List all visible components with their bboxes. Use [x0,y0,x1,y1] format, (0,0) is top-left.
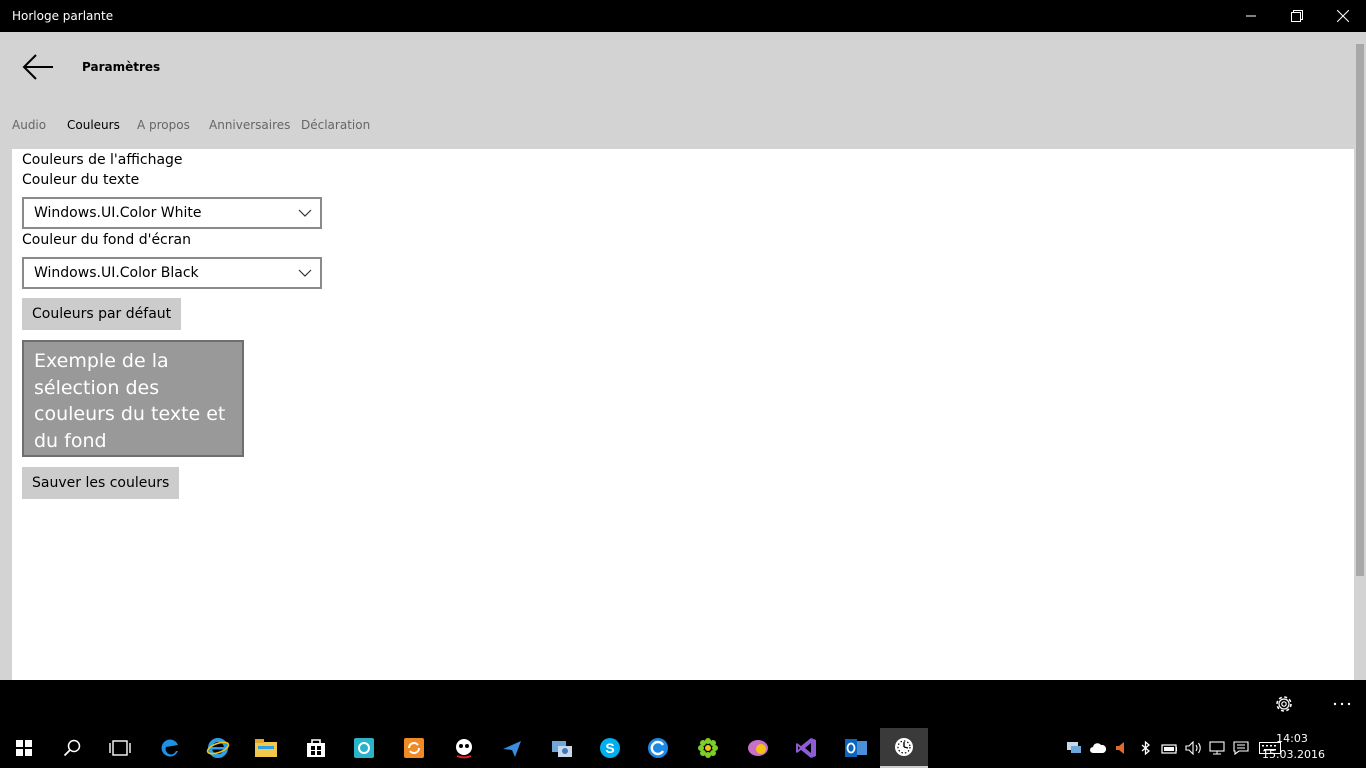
chat-app-icon [748,740,768,756]
edge-icon [161,739,178,757]
browser-button[interactable] [634,728,682,768]
chevron-down-icon [298,269,312,277]
wired-network-tray-button[interactable] [1209,740,1225,756]
screen-tool-icon [354,738,374,758]
text-color-label: Couleur du texte [22,172,140,188]
close-icon [1337,10,1349,22]
network-app-button[interactable] [538,728,586,768]
color-preview: Exemple de la sélection des couleurs du … [22,340,244,457]
search-icon [63,739,81,757]
battery-icon [1161,744,1177,754]
minimize-button[interactable] [1228,0,1274,32]
visual-studio-icon [796,738,816,758]
start-button[interactable] [0,728,48,768]
clock-app-icon [895,738,913,756]
windows-logo-icon [16,740,32,756]
audio-app-tray-button[interactable] [1113,740,1129,756]
background-color-dropdown[interactable]: Windows.UI.Color Black [22,257,322,289]
back-button[interactable] [18,50,58,84]
internet-explorer-button[interactable] [194,728,242,768]
visual-studio-button[interactable] [782,728,830,768]
store-icon [307,739,325,757]
back-arrow-icon [22,54,53,80]
left-edge [0,149,12,680]
task-view-icon [109,740,131,756]
file-explorer-icon [255,739,277,757]
minimize-icon [1246,15,1256,17]
section-title: Couleurs de l'affichage [22,152,183,168]
window-title: Horloge parlante [12,9,114,23]
background-color-label: Couleur du fond d'écran [22,232,191,248]
flight-app-icon [503,741,521,757]
file-explorer-button[interactable] [242,728,290,768]
clock-date: 15.03.2016 [1262,748,1325,761]
task-view-button[interactable] [96,728,144,768]
network-app-icon [552,741,572,757]
text-color-value: Windows.UI.Color White [34,205,202,221]
flight-app-button[interactable] [488,728,536,768]
title-bar: Horloge parlante [0,0,1366,32]
bluetooth-icon [1141,741,1150,755]
clock-time: 14:03 [1276,732,1308,745]
tab-anniversaires[interactable]: Anniversaires [209,118,290,132]
app-window: Paramètres Audio Couleurs A propos Anniv… [0,32,1366,680]
sync-app-icon [404,738,424,758]
notification-icon [1233,741,1249,755]
restore-button[interactable] [1274,0,1320,32]
network-tray-button[interactable] [1066,740,1082,756]
store-button[interactable] [292,728,340,768]
more-options-button[interactable] [1330,692,1354,716]
internet-explorer-icon [206,738,230,758]
spy-app-icon [456,739,472,759]
svg-text:S: S [605,740,614,756]
taskbar: S 14:03 15.03.2016 [0,728,1366,768]
volume-tray-button[interactable] [1185,740,1201,756]
gear-icon [1276,696,1292,712]
speaker-muted-icon [1116,742,1124,754]
taskbar-clock[interactable]: 14:03 15.03.2016 [1262,731,1325,763]
save-colors-button[interactable]: Sauver les couleurs [22,467,180,499]
tab-declaration[interactable]: Déclaration [301,118,370,132]
monitor-icon [1067,742,1081,753]
action-center-button[interactable] [1233,740,1249,756]
restore-icon [1291,10,1303,22]
icq-button[interactable] [684,728,732,768]
default-colors-button[interactable]: Couleurs par défaut [22,298,182,330]
ellipsis-icon [1333,702,1351,706]
screen-tool-button[interactable] [340,728,388,768]
settings-button[interactable] [1272,692,1296,716]
browser-icon [648,738,668,758]
skype-button[interactable]: S [586,728,634,768]
clock-app-button[interactable] [880,728,928,768]
ethernet-icon [1209,741,1225,755]
vertical-scrollbar[interactable] [1354,32,1366,680]
outlook-button[interactable] [832,728,880,768]
icq-icon [698,738,718,758]
volume-icon [1185,741,1201,755]
chevron-down-icon [298,209,312,217]
background-color-value: Windows.UI.Color Black [34,265,199,281]
tab-audio[interactable]: Audio [12,118,46,132]
spy-app-button[interactable] [440,728,488,768]
scroll-thumb[interactable] [1356,44,1364,576]
close-button[interactable] [1320,0,1366,32]
tab-couleurs[interactable]: Couleurs [67,118,120,132]
app-bar [0,680,1366,728]
bluetooth-tray-button[interactable] [1138,740,1154,756]
tab-a-propos[interactable]: A propos [137,118,190,132]
page-title: Paramètres [82,60,161,74]
power-tray-button[interactable] [1161,740,1177,756]
cloud-icon [1090,743,1106,753]
search-button[interactable] [48,728,96,768]
text-color-dropdown[interactable]: Windows.UI.Color White [22,197,322,229]
sync-app-button[interactable] [390,728,438,768]
outlook-icon [845,739,867,757]
chat-app-button[interactable] [734,728,782,768]
skype-icon: S [600,738,620,758]
settings-header: Paramètres Audio Couleurs A propos Anniv… [0,32,1354,149]
onedrive-tray-button[interactable] [1090,740,1106,756]
edge-button[interactable] [146,728,194,768]
